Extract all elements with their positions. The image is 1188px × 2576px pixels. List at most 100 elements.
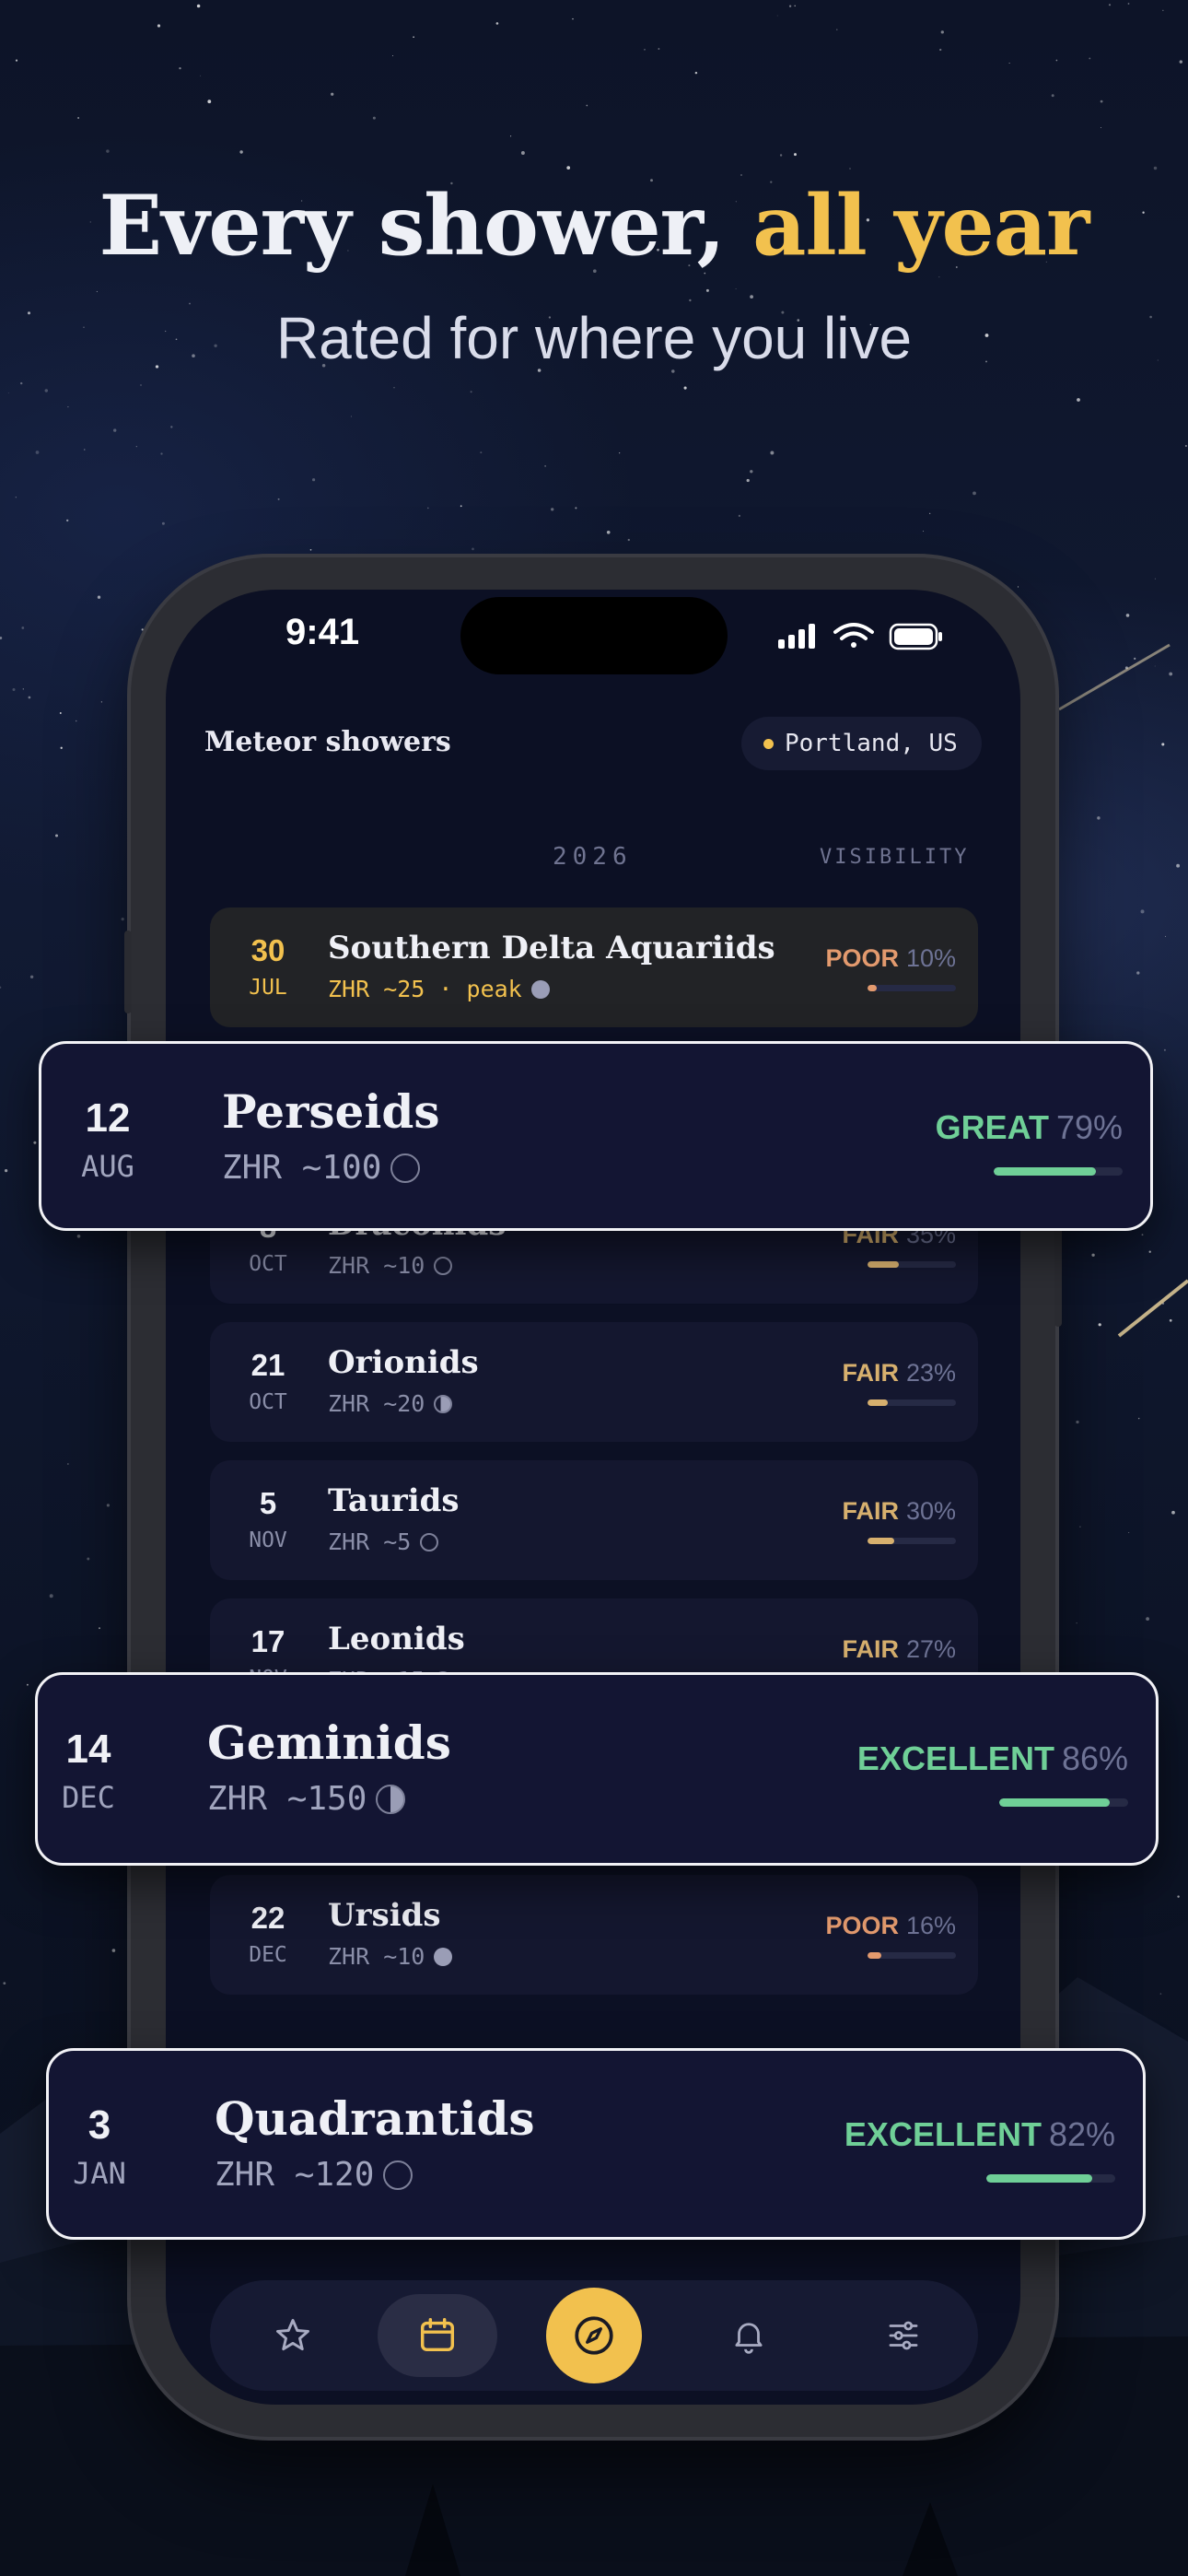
shower-row[interactable]: 22 DEC Ursids ZHR ~10 POOR 16% bbox=[210, 1875, 978, 1995]
shower-row[interactable]: 21 OCT Orionids ZHR ~20 FAIR 23% bbox=[210, 1322, 978, 1442]
location-dot-icon bbox=[763, 738, 774, 749]
shower-name: Perseids bbox=[222, 1084, 440, 1139]
visibility-header: VISIBILITY bbox=[820, 846, 970, 869]
shower-card-highlighted[interactable]: 14 DEC Geminids ZHR ~150 EXCELLENT 86% bbox=[35, 1672, 1159, 1866]
visibility-rating: POOR 16% bbox=[825, 1912, 956, 1940]
zhr-text: ZHR ~100 bbox=[222, 1149, 382, 1187]
phone-side-button bbox=[124, 931, 132, 1013]
visibility-bar bbox=[994, 1167, 1123, 1176]
visibility-bar-fill bbox=[868, 1261, 899, 1268]
battery-icon bbox=[889, 623, 942, 650]
zhr-text: ZHR ~150 bbox=[207, 1780, 367, 1818]
calendar-icon bbox=[420, 2318, 455, 2352]
rating-label: FAIR bbox=[842, 1497, 899, 1525]
visibility-rating: FAIR 30% bbox=[842, 1497, 956, 1526]
moon-phase-icon bbox=[376, 1784, 406, 1814]
visibility-bar bbox=[986, 2174, 1115, 2183]
shower-name: Leonids bbox=[328, 1621, 465, 1657]
shower-day: 17 bbox=[250, 1624, 285, 1658]
rating-label: EXCELLENT bbox=[844, 2115, 1042, 2153]
moon-phase-icon bbox=[530, 979, 550, 999]
signal-icon bbox=[778, 624, 815, 649]
rating-percent: 16% bbox=[905, 1912, 956, 1939]
shower-name: Geminids bbox=[207, 1715, 451, 1770]
shower-card-highlighted[interactable]: 12 AUG Perseids ZHR ~100 GREAT 79% bbox=[39, 1041, 1153, 1231]
shower-zhr: ZHR ~10 bbox=[328, 1252, 453, 1279]
shower-row[interactable]: 5 NOV Taurids ZHR ~5 FAIR 30% bbox=[210, 1460, 978, 1580]
tab-calendar[interactable] bbox=[378, 2294, 497, 2377]
rating-label: FAIR bbox=[842, 1359, 899, 1387]
rating-percent: 23% bbox=[905, 1359, 956, 1387]
location-chip[interactable]: Portland, US bbox=[741, 717, 982, 770]
visibility-bar bbox=[999, 1798, 1128, 1807]
rating-percent: 79% bbox=[1055, 1108, 1123, 1146]
visibility-bar bbox=[868, 1399, 956, 1406]
shower-row[interactable]: 30 JUL Southern Delta Aquariids ZHR ~25 · p… bbox=[210, 907, 978, 1027]
visibility-bar bbox=[868, 985, 956, 991]
compass-icon bbox=[575, 2316, 613, 2355]
shower-month: OCT bbox=[249, 1390, 287, 1414]
shower-zhr: ZHR ~100 bbox=[222, 1149, 421, 1187]
visibility-rating: EXCELLENT 86% bbox=[857, 1739, 1128, 1778]
moon-phase-icon bbox=[383, 2160, 413, 2190]
shower-month: DEC bbox=[62, 1780, 115, 1815]
shower-month: AUG bbox=[81, 1149, 134, 1184]
shower-day: 3 bbox=[87, 2102, 111, 2148]
shower-month: JUL bbox=[249, 976, 287, 1000]
zhr-text: ZHR ~5 bbox=[328, 1528, 412, 1555]
rating-percent: 82% bbox=[1048, 2115, 1115, 2153]
page-title: Meteor showers bbox=[204, 726, 451, 758]
visibility-bar-fill bbox=[994, 1167, 1096, 1176]
status-time: 9:41 bbox=[285, 612, 360, 652]
shower-name: Ursids bbox=[328, 1897, 441, 1934]
shower-day: 12 bbox=[85, 1095, 131, 1141]
zhr-text: ZHR ~25 · peak bbox=[328, 976, 522, 1002]
visibility-bar-fill bbox=[868, 1538, 894, 1544]
tab-explore[interactable] bbox=[546, 2288, 642, 2383]
visibility-bar-fill bbox=[868, 1952, 882, 1959]
rating-label: POOR bbox=[825, 1912, 899, 1939]
shower-day: 30 bbox=[250, 933, 285, 967]
wifi-icon bbox=[833, 623, 874, 648]
shower-day: 21 bbox=[250, 1348, 285, 1382]
visibility-bar bbox=[868, 1261, 956, 1268]
headline-main: Every shower, bbox=[99, 177, 726, 275]
shower-zhr: ZHR ~10 bbox=[328, 1943, 453, 1970]
rating-label: EXCELLENT bbox=[856, 1739, 1054, 1777]
zhr-text: ZHR ~20 bbox=[328, 1390, 425, 1417]
year-header: 2026 bbox=[553, 843, 633, 871]
shower-name: Southern Delta Aquariids bbox=[328, 930, 775, 966]
shower-month: NOV bbox=[249, 1528, 287, 1552]
moon-phase-icon bbox=[390, 1153, 421, 1183]
shower-zhr: ZHR ~120 bbox=[215, 2156, 413, 2194]
promo-subhead: Rated for where you live bbox=[275, 305, 913, 371]
shower-zhr: ZHR ~20 bbox=[328, 1390, 453, 1417]
moon-phase-icon bbox=[434, 1947, 453, 1966]
shower-day: 22 bbox=[250, 1901, 285, 1935]
promo-headline: Every shower, all year bbox=[0, 177, 1188, 275]
visibility-bar bbox=[868, 1538, 956, 1544]
shower-month: DEC bbox=[249, 1943, 287, 1967]
visibility-bar-fill bbox=[986, 2174, 1092, 2183]
visibility-rating: EXCELLENT 82% bbox=[844, 2115, 1115, 2154]
tab-settings[interactable] bbox=[867, 2299, 940, 2372]
shower-zhr: ZHR ~5 bbox=[328, 1528, 439, 1555]
shower-zhr: ZHR ~25 · peak bbox=[328, 976, 550, 1002]
shower-name: Quadrantids bbox=[215, 2091, 535, 2146]
shower-day: 14 bbox=[65, 1727, 111, 1772]
tab-alerts[interactable] bbox=[712, 2299, 786, 2372]
tab-favorites[interactable] bbox=[256, 2299, 330, 2372]
visibility-bar-fill bbox=[868, 985, 877, 991]
star-icon bbox=[276, 2319, 309, 2351]
rating-label: FAIR bbox=[842, 1635, 899, 1663]
shower-month: JAN bbox=[73, 2156, 126, 2191]
shower-card-highlighted[interactable]: 3 JAN Quadrantids ZHR ~120 EXCELLENT 82% bbox=[46, 2048, 1146, 2240]
moon-phase-icon bbox=[420, 1532, 439, 1551]
zhr-text: ZHR ~10 bbox=[328, 1252, 425, 1279]
rating-label: POOR bbox=[825, 944, 899, 972]
rating-percent: 27% bbox=[905, 1635, 956, 1663]
shower-zhr: ZHR ~150 bbox=[207, 1780, 406, 1818]
rating-percent: 10% bbox=[905, 944, 956, 972]
shower-month: OCT bbox=[249, 1252, 287, 1276]
visibility-rating: POOR 10% bbox=[825, 944, 956, 973]
